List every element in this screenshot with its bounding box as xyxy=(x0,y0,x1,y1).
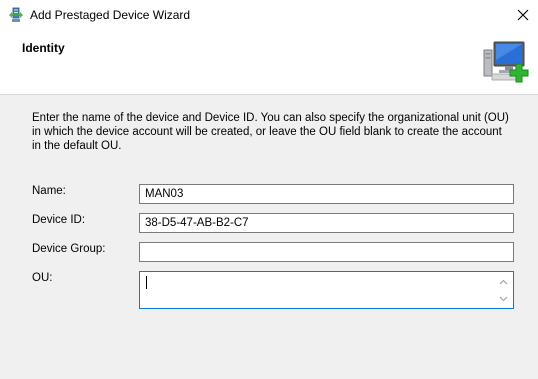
page-title: Identity xyxy=(22,41,65,55)
close-icon xyxy=(517,9,529,21)
name-label: Name: xyxy=(32,185,66,197)
title-bar: Add Prestaged Device Wizard xyxy=(0,0,538,30)
text-caret xyxy=(146,276,147,289)
wds-app-icon xyxy=(8,7,24,23)
wizard-window: Add Prestaged Device Wizard Identity Ent… xyxy=(0,0,538,379)
instructions-text: Enter the name of the device and Device … xyxy=(32,112,509,152)
device-id-label: Device ID: xyxy=(32,214,86,226)
computer-add-icon xyxy=(482,38,530,86)
device-group-label: Device Group: xyxy=(32,243,106,255)
ou-field[interactable] xyxy=(139,271,514,309)
wizard-header: Identity xyxy=(0,30,538,95)
name-field[interactable]: MAN03 xyxy=(139,184,514,204)
device-group-field[interactable] xyxy=(139,242,514,262)
device-id-field[interactable]: 38-D5-47-AB-B2-C7 xyxy=(139,213,514,233)
close-button[interactable] xyxy=(508,0,538,30)
scroll-down-arrow-icon[interactable] xyxy=(499,294,508,303)
window-title: Add Prestaged Device Wizard xyxy=(30,8,191,22)
scroll-up-arrow-icon[interactable] xyxy=(499,277,508,286)
ou-label: OU: xyxy=(32,272,53,284)
